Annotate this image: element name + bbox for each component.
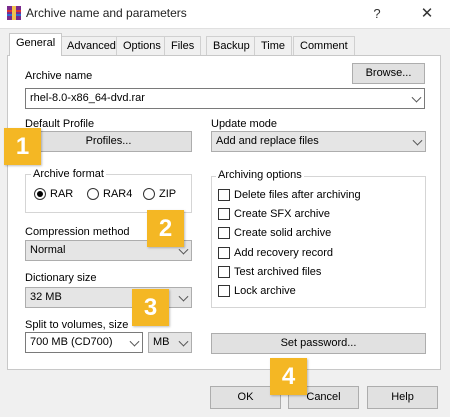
radio-rar4-label: RAR4 — [103, 188, 133, 200]
create-sfx-checkbox[interactable] — [218, 208, 230, 220]
test-files-label: Test archived files — [234, 266, 322, 278]
lock-archive-label: Lock archive — [234, 285, 296, 297]
chevron-down-icon[interactable] — [411, 92, 422, 103]
title-bar: Archive name and parameters ? ✕ — [0, 0, 450, 28]
chevron-down-icon[interactable] — [129, 336, 140, 347]
winrar-icon — [7, 6, 21, 20]
help-title-button[interactable]: ? — [365, 4, 389, 24]
split-unit-value: MB — [153, 336, 170, 348]
delete-files-label: Delete files after archiving — [234, 189, 361, 201]
radio-rar4[interactable] — [87, 188, 99, 200]
add-recovery-checkbox[interactable] — [218, 247, 230, 259]
test-files-checkbox[interactable] — [218, 266, 230, 278]
add-recovery-label: Add recovery record — [234, 247, 334, 259]
dictionary-size-value: 32 MB — [30, 291, 62, 303]
tab-general[interactable]: General — [9, 33, 63, 56]
radio-zip-label: ZIP — [159, 188, 177, 200]
tab-files[interactable]: Files — [164, 36, 202, 55]
radio-rar-label: RAR — [50, 188, 74, 200]
create-solid-checkbox[interactable] — [218, 227, 230, 239]
chevron-down-icon[interactable] — [178, 336, 189, 347]
tab-backup[interactable]: Backup — [206, 36, 257, 55]
tab-time[interactable]: Time — [254, 36, 293, 55]
compression-method-value: Normal — [30, 244, 66, 256]
archive-name-label: Archive name — [25, 70, 93, 82]
help-button[interactable]: Help — [367, 386, 438, 409]
update-mode-value: Add and replace files — [216, 135, 319, 147]
archive-name-value: rhel-8.0-x86_64-dvd.rar — [30, 92, 145, 104]
radio-rar[interactable] — [34, 188, 46, 200]
step-badge-2: 2 — [147, 210, 184, 247]
split-volumes-input[interactable]: 700 MB (CD700) — [25, 332, 143, 353]
chevron-down-icon[interactable] — [412, 135, 423, 146]
update-mode-select[interactable]: Add and replace files — [211, 131, 426, 152]
tab-comment[interactable]: Comment — [293, 36, 355, 55]
archive-name-input[interactable]: rhel-8.0-x86_64-dvd.rar — [25, 88, 425, 109]
tab-options[interactable]: Options — [116, 36, 168, 55]
create-solid-label: Create solid archive — [234, 227, 332, 239]
split-volumes-label: Split to volumes, size — [25, 319, 129, 331]
create-sfx-label: Create SFX archive — [234, 208, 330, 220]
archiving-options-label: Archiving options — [216, 169, 304, 181]
compression-method-label: Compression method — [25, 226, 130, 238]
update-mode-label: Update mode — [211, 118, 278, 130]
set-password-button[interactable]: Set password... — [211, 333, 426, 354]
browse-button[interactable]: Browse... — [352, 63, 425, 84]
archive-format-label: Archive format — [31, 168, 106, 180]
step-badge-1: 1 — [4, 128, 41, 165]
chevron-down-icon[interactable] — [178, 291, 189, 302]
step-badge-4: 4 — [270, 358, 307, 395]
split-unit-select[interactable]: MB — [148, 332, 192, 353]
close-button[interactable]: ✕ — [415, 4, 439, 24]
tab-advanced[interactable]: Advanced — [60, 36, 123, 55]
dictionary-size-label: Dictionary size — [25, 272, 97, 284]
radio-zip[interactable] — [143, 188, 155, 200]
step-badge-3: 3 — [132, 289, 169, 326]
profiles-button[interactable]: Profiles... — [25, 131, 192, 152]
lock-archive-checkbox[interactable] — [218, 285, 230, 297]
split-volumes-value: 700 MB (CD700) — [30, 336, 113, 348]
window-title: Archive name and parameters — [26, 6, 187, 20]
delete-files-checkbox[interactable] — [218, 189, 230, 201]
